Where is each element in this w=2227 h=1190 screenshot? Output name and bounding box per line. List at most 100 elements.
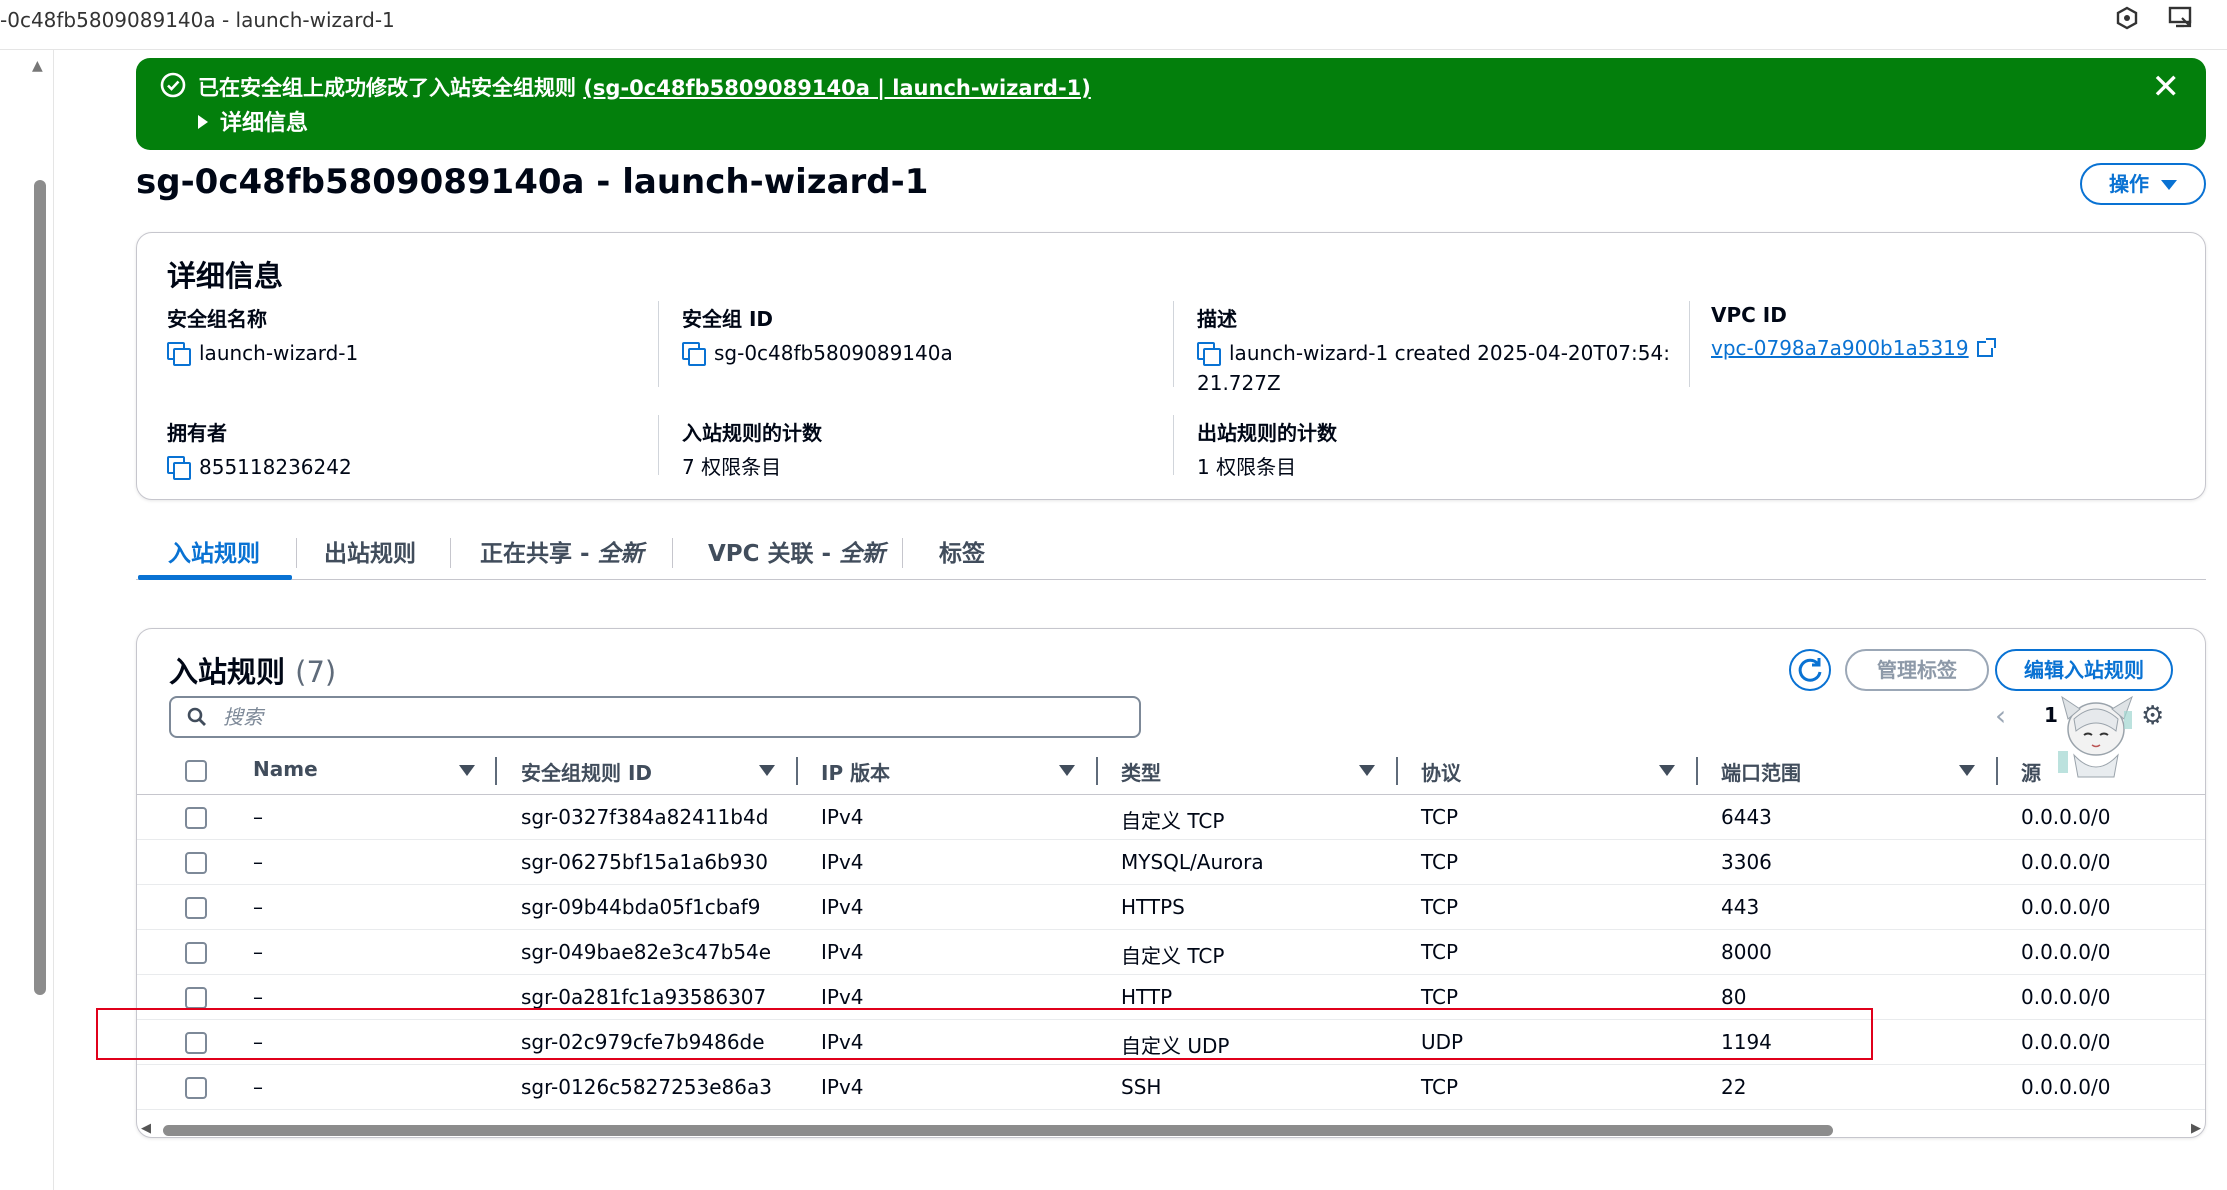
tab-separator <box>296 538 297 568</box>
manage-tags-button[interactable]: 管理标签 <box>1845 649 1989 691</box>
table-row[interactable]: – sgr-09b44bda05f1cbaf9 IPv4 HTTPS TCP 4… <box>137 885 2205 930</box>
flash-sg-link[interactable]: (sg-0c48fb5809089140a | launch-wizard-1) <box>583 76 1091 100</box>
copy-icon[interactable] <box>167 456 191 480</box>
cell-port-range: 6443 <box>1721 805 1772 829</box>
vpc-link[interactable]: vpc-0798a7a900b1a5319 <box>1711 336 1969 360</box>
tab-label: 正在共享 - <box>480 541 598 567</box>
field-label: 安全组名称 <box>167 307 267 331</box>
cell-rule-id: sgr-09b44bda05f1cbaf9 <box>521 895 761 919</box>
field-label: 描述 <box>1197 307 1237 331</box>
caret-down-icon <box>2161 180 2177 190</box>
field-value: 1 权限条目 <box>1197 455 1297 479</box>
table-row[interactable]: – sgr-0126c5827253e86a3 IPv4 SSH TCP 22 … <box>137 1065 2205 1110</box>
sort-down-icon[interactable] <box>759 765 775 776</box>
screen-share-icon[interactable] <box>2166 6 2196 36</box>
field-value: launch-wizard-1 <box>199 341 359 365</box>
tab-outbound-rules[interactable]: 出站规则 <box>324 534 416 568</box>
search-bar[interactable] <box>169 696 1141 738</box>
cell-source: 0.0.0.0/0 <box>2021 940 2111 964</box>
actions-label: 操作 <box>2109 172 2149 196</box>
inbound-rules-panel: 入站规则 (7) 管理标签 编辑入站规则 ‹ 1 ⚙ Name 安全组规则 ID… <box>136 628 2206 1138</box>
scroll-right-arrow-icon[interactable]: ▶ <box>2191 1121 2201 1136</box>
window-title: -0c48fb5809089140a - launch-wizard-1 <box>0 8 395 32</box>
scroll-up-arrow-icon[interactable]: ▲ <box>32 58 43 74</box>
sort-down-icon[interactable] <box>1659 765 1675 776</box>
horizontal-scrollbar[interactable]: ◀ ▶ <box>137 1119 2205 1137</box>
refresh-icon <box>1798 658 1822 682</box>
select-all-checkbox[interactable] <box>185 760 207 782</box>
sort-down-icon[interactable] <box>1359 765 1375 776</box>
column-resizer[interactable] <box>1396 757 1398 785</box>
flash-details-toggle[interactable]: 详细信息 <box>198 105 308 137</box>
row-checkbox[interactable] <box>185 807 207 829</box>
page-title: sg-0c48fb5809089140a - launch-wizard-1 <box>136 162 929 202</box>
refresh-button[interactable] <box>1789 649 1831 691</box>
edit-inbound-rules-button[interactable]: 编辑入站规则 <box>1995 649 2173 691</box>
table-row[interactable]: – sgr-0327f384a82411b4d IPv4 自定义 TCP TCP… <box>137 795 2205 840</box>
row-checkbox[interactable] <box>185 1077 207 1099</box>
cell-name: – <box>253 805 263 829</box>
copy-icon[interactable] <box>1197 342 1221 366</box>
column-resizer[interactable] <box>495 757 497 785</box>
row-checkbox[interactable] <box>185 942 207 964</box>
sort-down-icon[interactable] <box>459 765 475 776</box>
cell-name: – <box>253 1075 263 1099</box>
column-resizer[interactable] <box>796 757 798 785</box>
details-heading: 详细信息 <box>167 259 284 293</box>
column-header-source[interactable]: 源 <box>2021 757 2041 786</box>
column-header-protocol[interactable]: 协议 <box>1421 757 1461 786</box>
table-row[interactable]: – sgr-049bae82e3c47b54e IPv4 自定义 TCP TCP… <box>137 930 2205 975</box>
column-header-type[interactable]: 类型 <box>1121 757 1161 786</box>
cell-type: HTTP <box>1121 985 1173 1009</box>
cell-ip-version: IPv4 <box>821 895 864 919</box>
scroll-left-arrow-icon[interactable]: ◀ <box>141 1121 151 1136</box>
cell-source: 0.0.0.0/0 <box>2021 1030 2111 1054</box>
external-link-icon[interactable] <box>1976 338 1996 357</box>
tab-vpc-associations[interactable]: VPC 关联 - 全新 <box>708 534 885 568</box>
column-resizer[interactable] <box>1096 757 1098 785</box>
row-checkbox[interactable] <box>185 987 207 1009</box>
close-icon[interactable]: ✕ <box>2152 70 2181 104</box>
hexagon-icon[interactable] <box>2112 6 2142 36</box>
cell-ip-version: IPv4 <box>821 1075 864 1099</box>
cell-type: 自定义 TCP <box>1121 944 1225 968</box>
column-header-ip-version[interactable]: IP 版本 <box>821 757 890 786</box>
highlight-box <box>96 1008 1873 1060</box>
column-header-name[interactable]: Name <box>253 757 318 781</box>
rules-heading: 入站规则 (7) <box>169 649 336 691</box>
cell-port-range: 80 <box>1721 985 1747 1009</box>
divider <box>1173 301 1174 387</box>
actions-button[interactable]: 操作 <box>2080 163 2206 205</box>
cell-rule-id: sgr-0a281fc1a93586307 <box>521 985 767 1009</box>
column-resizer[interactable] <box>1996 757 1998 785</box>
tab-inbound-rules[interactable]: 入站规则 <box>168 534 260 568</box>
horizontal-scroll-thumb[interactable] <box>163 1125 1833 1136</box>
cell-name: – <box>253 895 263 919</box>
vertical-scrollbar[interactable] <box>34 180 46 995</box>
column-header-rule-id[interactable]: 安全组规则 ID <box>521 757 652 786</box>
gear-icon[interactable]: ⚙ <box>2141 701 2164 731</box>
chevron-left-icon[interactable]: ‹ <box>1995 699 2006 732</box>
column-resizer[interactable] <box>1696 757 1698 785</box>
cell-port-range: 3306 <box>1721 850 1772 874</box>
cell-protocol: TCP <box>1421 940 1459 964</box>
tab-tags[interactable]: 标签 <box>939 534 985 568</box>
sort-down-icon[interactable] <box>1959 765 1975 776</box>
copy-icon[interactable] <box>167 342 191 366</box>
row-checkbox[interactable] <box>185 897 207 919</box>
rules-count: (7) <box>295 655 337 689</box>
tab-sharing[interactable]: 正在共享 - 全新 <box>480 534 644 568</box>
cell-source: 0.0.0.0/0 <box>2021 850 2111 874</box>
table-row[interactable]: – sgr-06275bf15a1a6b930 IPv4 MYSQL/Auror… <box>137 840 2205 885</box>
cell-source: 0.0.0.0/0 <box>2021 805 2111 829</box>
sort-down-icon[interactable] <box>1059 765 1075 776</box>
success-check-icon <box>160 72 186 98</box>
column-header-port-range[interactable]: 端口范围 <box>1721 757 1801 786</box>
row-checkbox[interactable] <box>185 852 207 874</box>
window-title-bar: -0c48fb5809089140a - launch-wizard-1 <box>0 0 2227 50</box>
search-input[interactable] <box>223 704 1103 730</box>
field-description: 描述 launch-wizard-1 created 2025-04-20T07… <box>1197 303 1670 398</box>
cell-rule-id: sgr-049bae82e3c47b54e <box>521 940 772 964</box>
copy-icon[interactable] <box>682 342 706 366</box>
cell-rule-id: sgr-0126c5827253e86a3 <box>521 1075 772 1099</box>
